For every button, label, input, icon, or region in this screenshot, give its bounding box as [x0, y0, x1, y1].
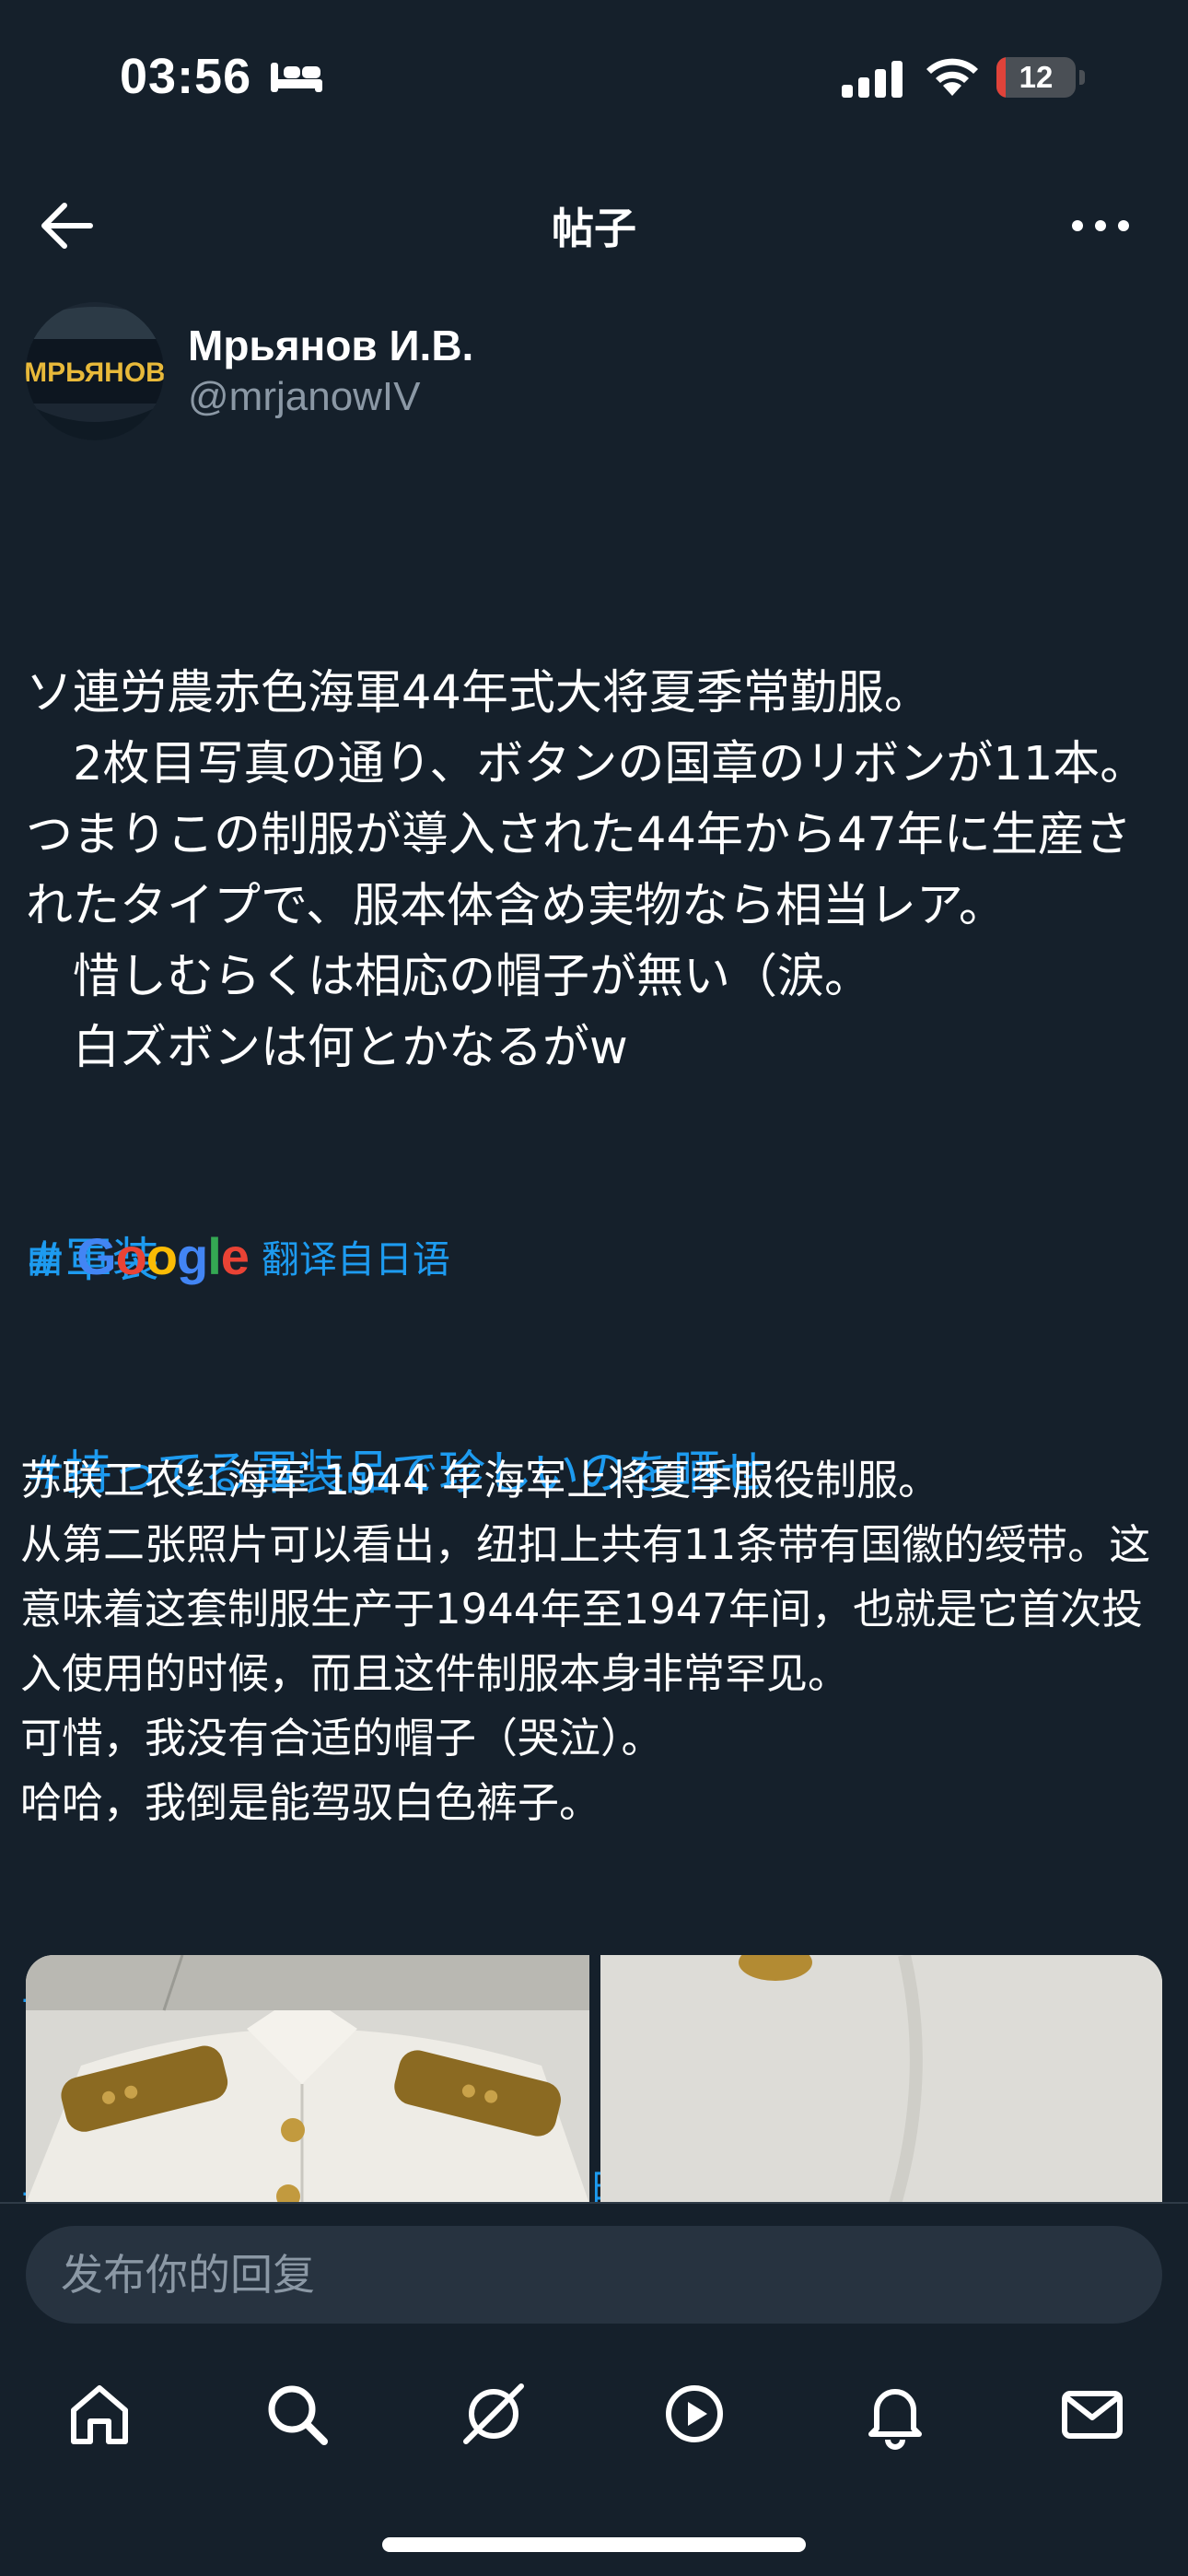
google-logo-letter: g — [177, 1226, 208, 1285]
google-logo-letter: o — [146, 1226, 178, 1285]
home-indicator — [382, 2537, 806, 2552]
google-logo-letter: o — [115, 1226, 147, 1285]
wifi-icon — [926, 58, 978, 96]
avatar-text: МРЬЯНОВ — [26, 357, 164, 388]
media-image-2[interactable] — [600, 1955, 1162, 2204]
sleep-icon — [271, 63, 322, 92]
tab-messages[interactable] — [1055, 2377, 1129, 2451]
page-title: 帖子 — [552, 204, 636, 253]
battery-cap — [1079, 70, 1085, 85]
media-gallery — [26, 1955, 1162, 2204]
messages-icon — [1062, 2391, 1123, 2439]
more-horizontal-icon — [1072, 220, 1129, 231]
notifications-icon — [868, 2389, 922, 2450]
translation-suffix: 翻译自日语 — [261, 1237, 450, 1282]
video-icon — [666, 2385, 723, 2442]
user-handle[interactable]: @mrjanowIV — [188, 374, 421, 420]
nav-header: 帖子 — [0, 166, 1188, 286]
translation-prefix: 由 — [26, 1237, 64, 1282]
tab-video[interactable] — [658, 2377, 731, 2451]
battery-level: 12 — [1019, 60, 1054, 94]
status-bar: 03:56 12 — [0, 0, 1188, 157]
tab-notifications[interactable] — [858, 2377, 932, 2451]
google-logo-letter: l — [207, 1226, 222, 1285]
battery-icon: 12 — [996, 57, 1076, 98]
more-button[interactable] — [1068, 203, 1133, 249]
reply-input[interactable]: 发布你的回复 — [26, 2226, 1162, 2324]
signal-icon — [842, 61, 903, 98]
grok-icon — [463, 2383, 524, 2444]
google-logo-letter: e — [220, 1226, 250, 1285]
reply-bar: 发布你的回复 — [0, 2202, 1188, 2342]
search-icon — [268, 2385, 328, 2445]
media-image-1[interactable] — [26, 1955, 589, 2204]
display-name[interactable]: Мрьянов И.В. — [188, 321, 473, 370]
post-author: МРЬЯНОВ Мрьянов И.В. @mrjanowIV — [0, 295, 1188, 451]
tab-bar — [0, 2359, 1188, 2469]
tab-grok[interactable] — [457, 2377, 530, 2451]
avatar-image: МРЬЯНОВ — [26, 302, 164, 440]
post-text: ソ連労農赤色海軍44年式大将夏季常勤服。 2枚目写真の通り、ボタンの国章のリボン… — [26, 666, 1147, 1075]
tab-home[interactable] — [63, 2377, 136, 2451]
status-time: 03:56 — [120, 49, 252, 104]
google-logo-letter: G — [76, 1226, 117, 1285]
translation-attribution[interactable]: 由 Google 翻译自日语 — [26, 1224, 450, 1288]
translation-body: 苏联工农红海军 1944 年海军上将夏季服役制服。 从第二张照片可以看出，纽扣上… — [20, 1456, 1151, 1827]
google-logo: Google — [76, 1226, 250, 1286]
home-icon — [71, 2385, 128, 2444]
tab-search[interactable] — [260, 2377, 333, 2451]
avatar[interactable]: МРЬЯНОВ — [26, 302, 164, 440]
